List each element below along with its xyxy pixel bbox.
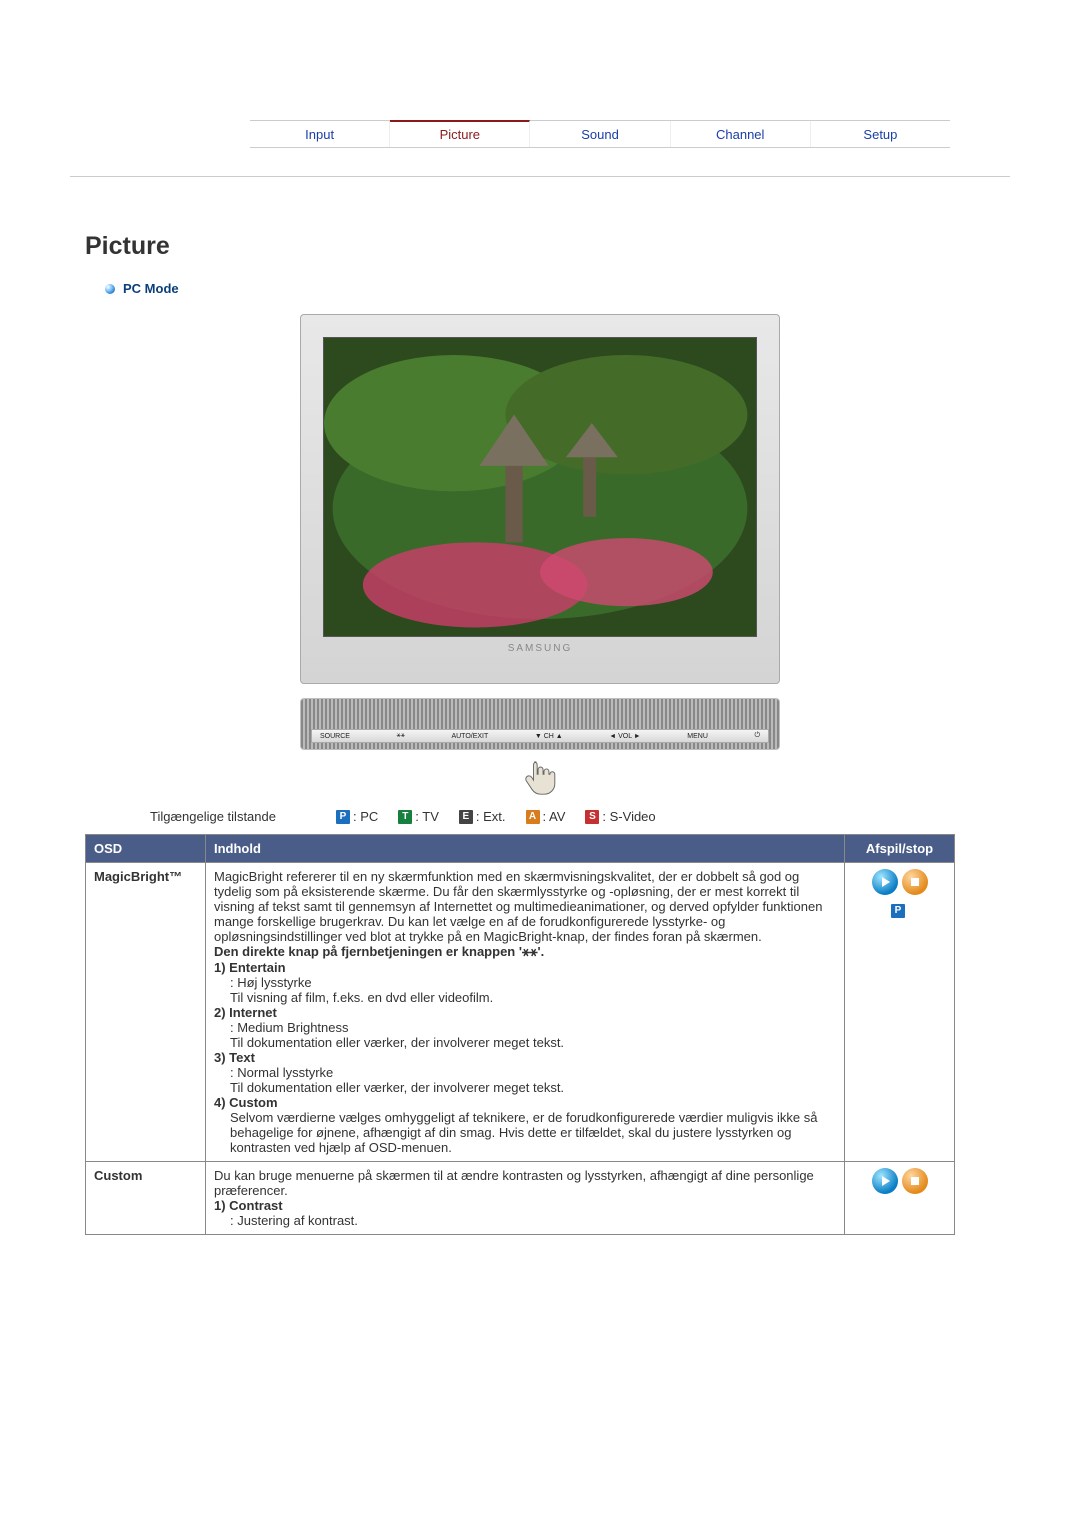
btn-power[interactable]: ⏻ — [754, 732, 760, 740]
mode-badge-e: E — [459, 810, 473, 824]
row-magicbright-title: MagicBright™ — [86, 863, 206, 1162]
tab-setup[interactable]: Setup — [811, 121, 950, 147]
mode-badge-s: S — [585, 810, 599, 824]
btn-source[interactable]: SOURCE — [320, 733, 350, 740]
hand-pointer-icon — [300, 758, 780, 803]
btn-volume[interactable]: ◄ VOL ► — [609, 733, 641, 740]
stop-button[interactable] — [902, 869, 928, 895]
mode-heading: PC Mode — [123, 281, 179, 296]
monitor-control-bar: SOURCE ⚹⚹ AUTO/EXIT ▼ CH ▲ ◄ VOL ► MENU … — [300, 698, 780, 750]
btn-channel[interactable]: ▼ CH ▲ — [535, 733, 563, 740]
play-button[interactable] — [872, 869, 898, 895]
btn-menu[interactable]: MENU — [687, 733, 708, 740]
btn-misc[interactable]: ⚹⚹ — [397, 732, 405, 740]
tab-sound[interactable]: Sound — [530, 121, 670, 147]
menu-tabs: Input Picture Sound Channel Setup — [250, 120, 950, 148]
btn-auto-exit[interactable]: AUTO/EXIT — [451, 733, 488, 740]
page-title: Picture — [85, 232, 1010, 261]
available-modes-row: Tilgængelige tilstande P: PC T: TV E: Ex… — [150, 809, 1010, 824]
tab-channel[interactable]: Channel — [671, 121, 811, 147]
th-afspil: Afspil/stop — [845, 835, 955, 863]
osd-table: OSD Indhold Afspil/stop MagicBright™ Mag… — [85, 834, 955, 1235]
th-osd: OSD — [86, 835, 206, 863]
stop-button[interactable] — [902, 1168, 928, 1194]
monitor-illustration: SAMSUNG SOURCE ⚹⚹ AUTO/EXIT ▼ CH ▲ ◄ VOL… — [300, 314, 780, 803]
bullet-icon — [105, 284, 115, 294]
tab-picture[interactable]: Picture — [390, 120, 530, 147]
play-button[interactable] — [872, 1168, 898, 1194]
mode-badge-a: A — [526, 810, 540, 824]
monitor-brand-label: SAMSUNG — [323, 643, 757, 654]
row-custom-title: Custom — [86, 1162, 206, 1235]
tab-input[interactable]: Input — [250, 121, 390, 147]
row-custom-content: Du kan bruge menuerne på skærmen til at … — [206, 1162, 845, 1235]
th-indhold: Indhold — [206, 835, 845, 863]
row-magicbright-content: MagicBright refererer til en ny skærmfun… — [206, 863, 845, 1162]
row-mode-badge-p: P — [891, 904, 905, 918]
mode-badge-t: T — [398, 810, 412, 824]
mode-badge-p: P — [336, 810, 350, 824]
monitor-screen — [323, 337, 757, 637]
available-modes-label: Tilgængelige tilstande — [150, 809, 276, 824]
